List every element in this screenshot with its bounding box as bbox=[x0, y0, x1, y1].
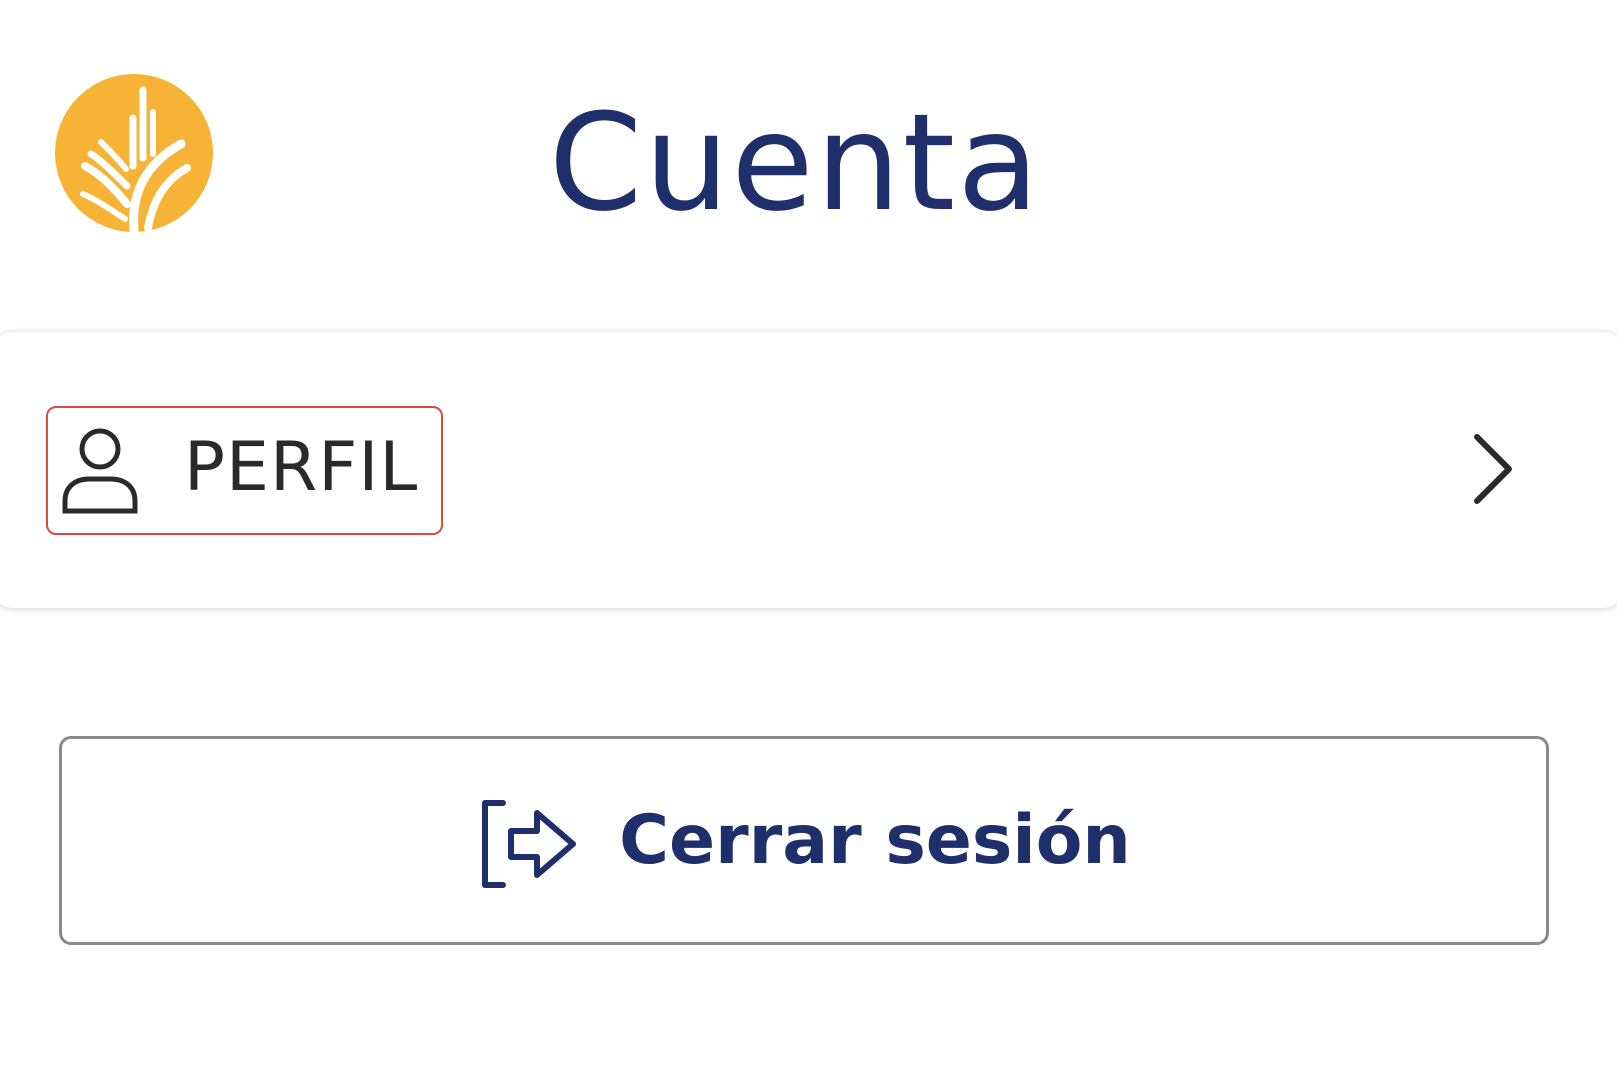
user-icon bbox=[61, 427, 139, 515]
menu-item-profile[interactable]: PERFIL bbox=[0, 332, 1617, 608]
logout-button[interactable]: Cerrar sesión bbox=[59, 736, 1549, 945]
menu-card: PERFIL bbox=[0, 332, 1617, 608]
logout-icon bbox=[477, 797, 579, 891]
logout-label: Cerrar sesión bbox=[619, 800, 1131, 880]
menu-item-label: PERFIL bbox=[184, 428, 419, 507]
page-title: Cuenta bbox=[548, 85, 1042, 241]
chevron-right-icon bbox=[1472, 432, 1514, 506]
